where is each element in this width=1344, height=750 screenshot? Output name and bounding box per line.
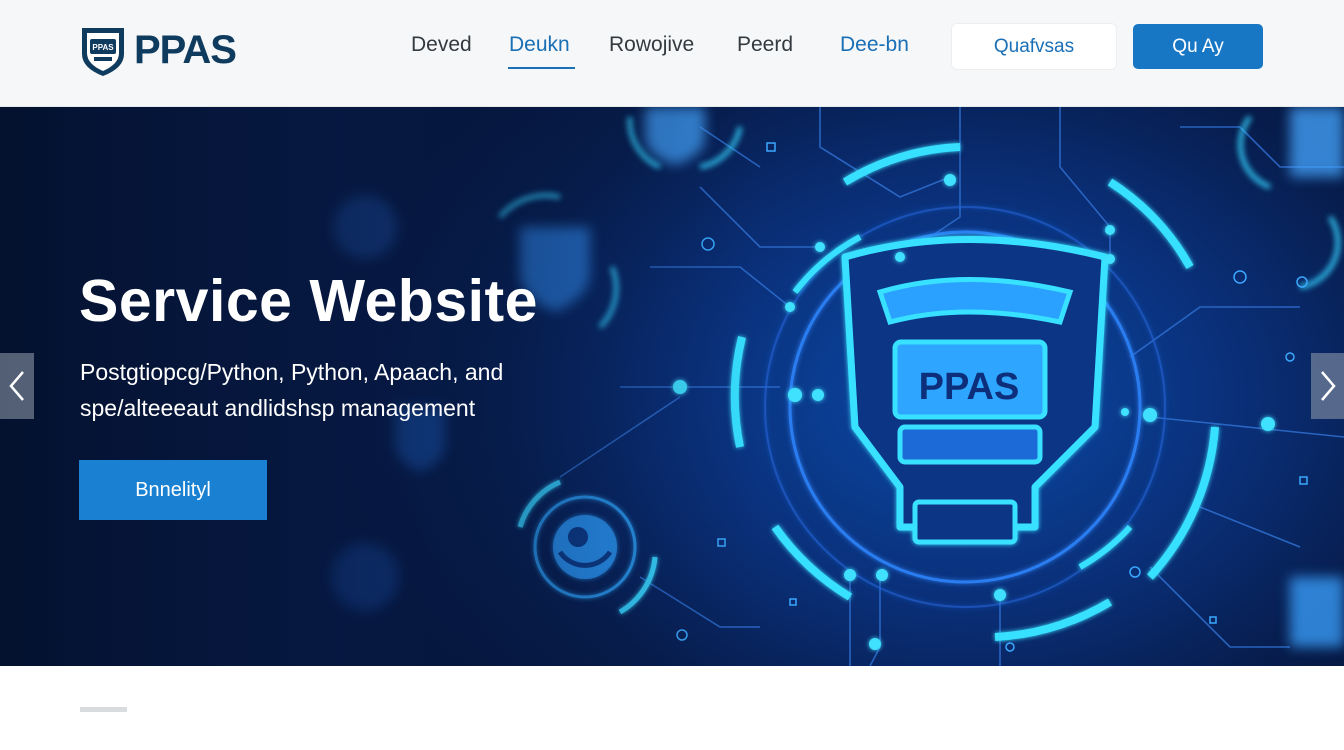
- hero-title: Service Website: [79, 268, 538, 334]
- nav-active-indicator: [508, 67, 575, 69]
- section-divider: [80, 707, 127, 712]
- logo-emblem-text: PPAS: [92, 43, 114, 52]
- carousel-next-button[interactable]: [1311, 353, 1344, 419]
- hero-subtitle-line-1: Postgtiopcg/Python, Python, Apaach, and: [80, 359, 504, 385]
- nav-item-3[interactable]: Rowojive: [609, 30, 694, 60]
- chevron-right-icon: [1321, 371, 1336, 401]
- carousel-prev-button[interactable]: [0, 353, 34, 419]
- nav-item-5[interactable]: Dee-bn: [840, 30, 909, 60]
- header-primary-button[interactable]: Qu Ay: [1133, 24, 1263, 69]
- hero-cta-button[interactable]: Bnnelityl: [79, 460, 267, 520]
- hero-banner: PPAS Service Website Postgtiopcg/Python,…: [0, 107, 1344, 666]
- header-secondary-button[interactable]: Quafvsas: [952, 24, 1116, 69]
- brand-name: PPAS: [134, 28, 237, 72]
- brand-logo[interactable]: PPAS PPAS: [78, 22, 237, 78]
- shield-logo-icon: PPAS: [82, 28, 124, 76]
- site-header: PPAS PPAS Deved Deukn Rowojive Peerd Dee…: [0, 0, 1344, 107]
- chevron-left-icon: [9, 371, 24, 401]
- hero-subtitle: Postgtiopcg/Python, Python, Apaach, and …: [80, 354, 503, 426]
- shield-emblem-text: PPAS: [919, 366, 1020, 408]
- nav-item-1[interactable]: Deved: [411, 30, 472, 60]
- nav-item-2-active[interactable]: Deukn: [509, 30, 570, 60]
- nav-item-4[interactable]: Peerd: [737, 30, 793, 60]
- hero-subtitle-line-2: spe/alteeeaut andlidshsp management: [80, 395, 476, 421]
